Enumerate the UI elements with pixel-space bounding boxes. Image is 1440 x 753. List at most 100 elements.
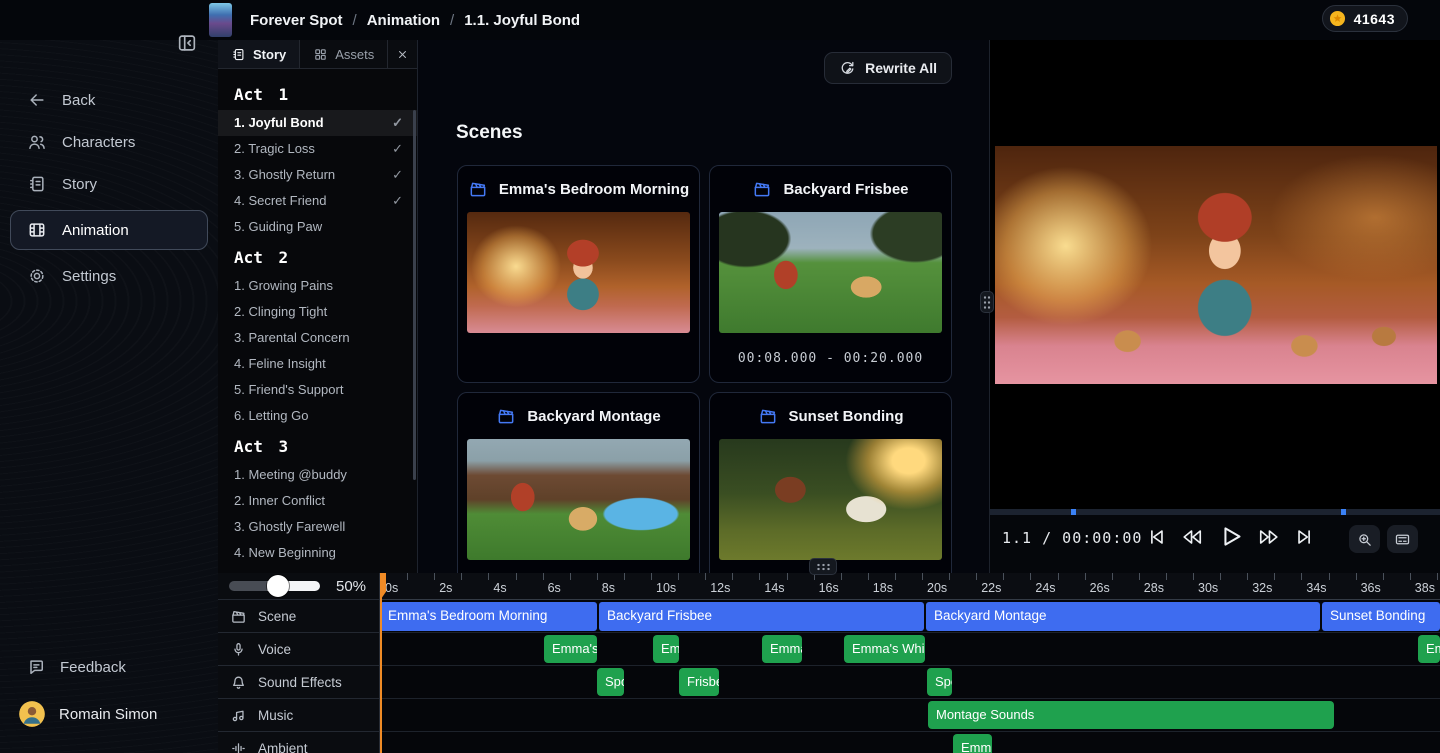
timeline-clip[interactable]: Montage Sounds: [928, 701, 1334, 729]
zoom-slider-thumb[interactable]: [267, 575, 289, 597]
story-item[interactable]: 2. Clinging Tight: [218, 299, 417, 325]
fast-forward-button[interactable]: [1258, 526, 1280, 548]
rewind-button[interactable]: [1181, 526, 1203, 548]
timeline-clip[interactable]: Spo: [927, 668, 952, 696]
story-item-label: 3. Ghostly Return: [234, 167, 335, 182]
sidebar-item-back[interactable]: Back: [10, 80, 208, 120]
rewrite-all-button[interactable]: Rewrite All: [824, 52, 952, 84]
ruler-tick: [678, 573, 679, 580]
skip-start-button[interactable]: [1145, 526, 1167, 548]
timeline-resize-handle[interactable]: [809, 558, 837, 575]
scene-card[interactable]: Backyard Montage00:20.000 - 00:35.000: [457, 392, 700, 573]
coin-icon: [1328, 9, 1347, 28]
ruler-tick: [895, 573, 896, 580]
story-item[interactable]: 1. Growing Pains: [218, 273, 417, 299]
clapperboard-icon: [758, 406, 778, 426]
breadcrumb-item[interactable]: 1.1. Joyful Bond: [464, 12, 580, 29]
story-item[interactable]: 1. Joyful Bond✓: [218, 110, 417, 136]
skip-end-button[interactable]: [1294, 526, 1316, 548]
playhead[interactable]: [380, 573, 382, 753]
timeline-clip[interactable]: Emma's Bedroom Morning: [380, 602, 597, 631]
ruler-tick-label: 10s: [656, 581, 676, 595]
ruler-tick: [488, 573, 489, 580]
ruler-tick: [1030, 573, 1031, 580]
timeline-clip[interactable]: Frisbe: [679, 668, 719, 696]
clip-label: Emma: [961, 740, 992, 753]
collapse-sidebar-icon[interactable]: [176, 32, 198, 54]
zoom-in-button[interactable]: [1349, 525, 1380, 553]
ruler-tick: [1247, 573, 1248, 580]
story-item[interactable]: 4. Feline Insight: [218, 351, 417, 377]
timeline-clip[interactable]: Emma: [762, 635, 802, 663]
app-window: Back Characters Story Animation Settings Fee…: [0, 0, 1440, 753]
ruler-tick: [570, 573, 571, 580]
timeline-zoom-slider[interactable]: [229, 581, 320, 591]
act-title: Act 1: [218, 77, 417, 110]
story-item[interactable]: 2. Inner Conflict: [218, 488, 417, 514]
story-item-label: 3. Parental Concern: [234, 330, 350, 345]
story-item[interactable]: 3. Parental Concern: [218, 325, 417, 351]
story-item[interactable]: 3. Ghostly Farewell: [218, 514, 417, 540]
scene-card[interactable]: Sunset Bonding00:35.000 - 00:45.000: [709, 392, 952, 573]
feedback-button[interactable]: Feedback: [10, 648, 208, 686]
rewrite-icon: [839, 60, 856, 77]
sidebar-item-animation[interactable]: Animation: [10, 210, 208, 250]
breadcrumb-item[interactable]: Forever Spot: [250, 12, 343, 29]
clapperboard-icon: [468, 179, 488, 199]
story-item[interactable]: 4. New Beginning: [218, 540, 417, 566]
close-icon: [396, 48, 409, 61]
tab-assets[interactable]: Assets: [300, 40, 388, 68]
scene-time-range: 00:20.000 - 00:35.000: [458, 560, 699, 573]
timeline-clip[interactable]: Emma: [1418, 635, 1440, 663]
timeline-clip[interactable]: Emma's: [544, 635, 597, 663]
timeline-clip[interactable]: Emma: [953, 734, 992, 753]
back-icon: [27, 90, 47, 110]
credits-badge[interactable]: 41643: [1322, 5, 1408, 32]
assets-icon: [313, 47, 328, 62]
story-item[interactable]: 3. Ghostly Return✓: [218, 162, 417, 188]
ruler-tick-label: 16s: [819, 581, 839, 595]
sidebar-item-label: Characters: [62, 134, 135, 151]
track-label-ambient: Ambient: [218, 732, 379, 753]
timeline-clip[interactable]: Spo: [597, 668, 624, 696]
sidebar-item-characters[interactable]: Characters: [10, 122, 208, 162]
scene-card[interactable]: Backyard Frisbee00:08.000 - 00:20.000: [709, 165, 952, 383]
sidebar-item-story[interactable]: Story: [10, 164, 208, 204]
user-menu[interactable]: Romain Simon: [10, 694, 208, 734]
frames-view-button[interactable]: [1387, 525, 1418, 553]
close-panel-button[interactable]: [388, 40, 417, 68]
story-item[interactable]: 6. Letting Go: [218, 403, 417, 429]
timeline-clip[interactable]: Backyard Frisbee: [599, 602, 924, 631]
ruler-tick-label: 36s: [1361, 581, 1381, 595]
timeline-clip[interactable]: Emma's Whispe: [844, 635, 925, 663]
ruler-tick-label: 14s: [764, 581, 784, 595]
waveform-icon: [230, 740, 247, 753]
timeline-clip[interactable]: Sunset Bonding: [1322, 602, 1440, 631]
story-item[interactable]: 2. Tragic Loss✓: [218, 136, 417, 162]
ruler-tick-label: 20s: [927, 581, 947, 595]
timeline-ruler[interactable]: 0s2s4s6s8s10s12s14s16s18s20s22s24s26s28s…: [380, 573, 1440, 600]
ruler-tick-label: 12s: [710, 581, 730, 595]
ruler-tick: [1301, 573, 1302, 580]
minimap-marker: [1071, 509, 1076, 515]
play-button[interactable]: [1217, 523, 1244, 550]
sidebar-item-settings[interactable]: Settings: [10, 256, 208, 296]
tab-story[interactable]: Story: [218, 40, 300, 68]
story-item[interactable]: 4. Secret Friend✓: [218, 188, 417, 214]
scene-card[interactable]: Emma's Bedroom Morning: [457, 165, 700, 383]
story-item[interactable]: 5. Friend's Support: [218, 377, 417, 403]
story-item[interactable]: 1. Meeting @buddy: [218, 462, 417, 488]
video-preview: [990, 40, 1440, 510]
clip-label: Spo: [935, 674, 952, 689]
clip-label: Emma's: [552, 641, 597, 656]
story-item[interactable]: 5. Guiding Paw: [218, 214, 417, 240]
ruler-tick: [732, 573, 733, 580]
breadcrumb-item[interactable]: Animation: [367, 12, 440, 29]
story-panel-scrollbar[interactable]: [413, 110, 416, 480]
panel-resize-handle[interactable]: [980, 291, 994, 313]
timeline-minimap[interactable]: [990, 509, 1440, 515]
timeline-clip[interactable]: Backyard Montage: [926, 602, 1320, 631]
ruler-tick: [1058, 573, 1059, 580]
timeline-clip[interactable]: Emma: [653, 635, 679, 663]
preview-frame[interactable]: [995, 146, 1437, 384]
